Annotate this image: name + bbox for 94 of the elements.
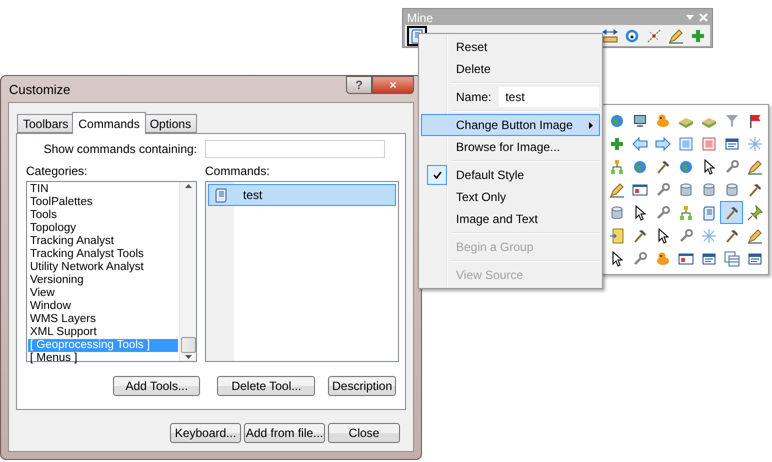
category-item[interactable]: [ Menus ]	[28, 352, 178, 365]
category-item[interactable]: Topology	[28, 222, 178, 235]
animal-icon	[654, 112, 670, 128]
category-item[interactable]: Window	[28, 300, 178, 313]
hammer-icon	[724, 204, 740, 220]
footer-button[interactable]: Keyboard...	[170, 423, 241, 443]
hammer-icon	[724, 228, 740, 244]
arrow-right-icon	[654, 136, 670, 152]
menu-item[interactable]: Browse for Image...	[421, 136, 600, 158]
scrollbar-thumb[interactable]	[180, 337, 196, 353]
scrollbar[interactable]	[179, 182, 196, 361]
cylinder-icon	[608, 204, 624, 220]
search-field[interactable]	[205, 140, 385, 158]
globe-icon	[678, 158, 694, 174]
command-item[interactable]: test	[208, 184, 396, 206]
toolbar-title: Mine	[406, 10, 434, 24]
line-icon	[646, 28, 662, 44]
pencil-icon	[608, 182, 624, 198]
form-icon	[700, 250, 716, 266]
category-item[interactable]: Utility Network Analyst	[28, 261, 178, 274]
wrench-icon	[724, 158, 740, 174]
network-icon	[608, 158, 624, 174]
table-icon	[724, 250, 740, 266]
pencil-icon	[746, 158, 762, 174]
search-label: Show commands containing:	[44, 142, 197, 156]
window-icon	[632, 182, 648, 198]
menu-item[interactable]: Text Only	[421, 186, 600, 208]
rotate-icon	[624, 28, 640, 44]
pencil-icon	[746, 228, 762, 244]
cylinder-icon	[724, 182, 740, 198]
hammer-icon	[746, 182, 762, 198]
categories-label: Categories:	[26, 164, 88, 178]
scroll-icon	[213, 187, 229, 203]
hammer-icon	[654, 158, 670, 174]
commands-label: Commands:	[205, 164, 271, 178]
square-icon	[700, 136, 716, 152]
pushpin-icon	[746, 204, 762, 220]
category-item[interactable]: Tools	[28, 209, 178, 222]
tab[interactable]: Toolbars	[17, 114, 74, 133]
arrow-left-icon	[632, 136, 648, 152]
plus-icon	[608, 136, 624, 152]
window-title: Customize	[8, 82, 72, 96]
menu-item[interactable]: Default Style	[421, 164, 600, 186]
cabinet-icon	[608, 228, 624, 244]
footer-button[interactable]: Add from file...	[244, 423, 325, 443]
cylinder-icon	[700, 182, 716, 198]
submenu-arrow-icon	[589, 122, 593, 128]
close-icon[interactable]	[699, 13, 708, 22]
wrench-icon	[654, 182, 670, 198]
category-item[interactable]: Versioning	[28, 274, 178, 287]
menu-item[interactable]: Change Button Image	[421, 114, 600, 136]
globe-icon	[632, 158, 648, 174]
category-item[interactable]: XML Support	[28, 326, 178, 339]
panel-button[interactable]: Description	[328, 376, 396, 396]
network-icon	[678, 204, 694, 220]
check-icon	[427, 165, 447, 185]
category-item[interactable]: ToolPalettes	[28, 196, 178, 209]
menu-item[interactable]: Image and Text	[421, 208, 600, 230]
form-icon	[746, 250, 762, 266]
globe-icon	[608, 112, 624, 128]
animal-icon	[654, 250, 670, 266]
wrench-icon	[654, 204, 670, 220]
scroll-up-icon[interactable]	[184, 184, 192, 188]
ruler-icon	[602, 28, 618, 44]
name-field[interactable]: test	[499, 87, 599, 107]
category-item[interactable]: Tracking Analyst Tools	[28, 248, 178, 261]
wrench-icon	[678, 228, 694, 244]
wrench-icon	[632, 250, 648, 266]
star-burst-icon	[700, 228, 716, 244]
panel-button[interactable]: Delete Tool...	[217, 376, 316, 396]
menu-item[interactable]: Reset	[421, 36, 600, 58]
footer-button[interactable]: Close	[328, 423, 400, 443]
scroll-icon	[700, 204, 716, 220]
plus-icon	[690, 28, 706, 44]
panel-button[interactable]: Add Tools...	[113, 376, 200, 396]
tab[interactable]: Options	[144, 114, 198, 133]
tab[interactable]: Commands	[72, 112, 146, 134]
category-item[interactable]: TIN	[28, 183, 178, 196]
pencil-icon	[668, 28, 684, 44]
hammer-icon	[632, 228, 648, 244]
star-burst-icon	[746, 136, 762, 152]
cylinder-icon	[678, 182, 694, 198]
window-icon	[678, 250, 694, 266]
category-item[interactable]: View	[28, 287, 178, 300]
monitor-icon	[632, 112, 648, 128]
help-button[interactable]: ?	[346, 76, 372, 94]
category-item[interactable]: WMS Layers	[28, 313, 178, 326]
menu-item[interactable]: Delete	[421, 58, 600, 80]
dropdown-icon[interactable]	[686, 15, 694, 20]
funnel-icon	[724, 112, 740, 128]
category-item[interactable]: Tracking Analyst	[28, 235, 178, 248]
form-icon	[724, 136, 740, 152]
square-icon	[678, 136, 694, 152]
scroll-down-icon[interactable]	[184, 355, 192, 359]
